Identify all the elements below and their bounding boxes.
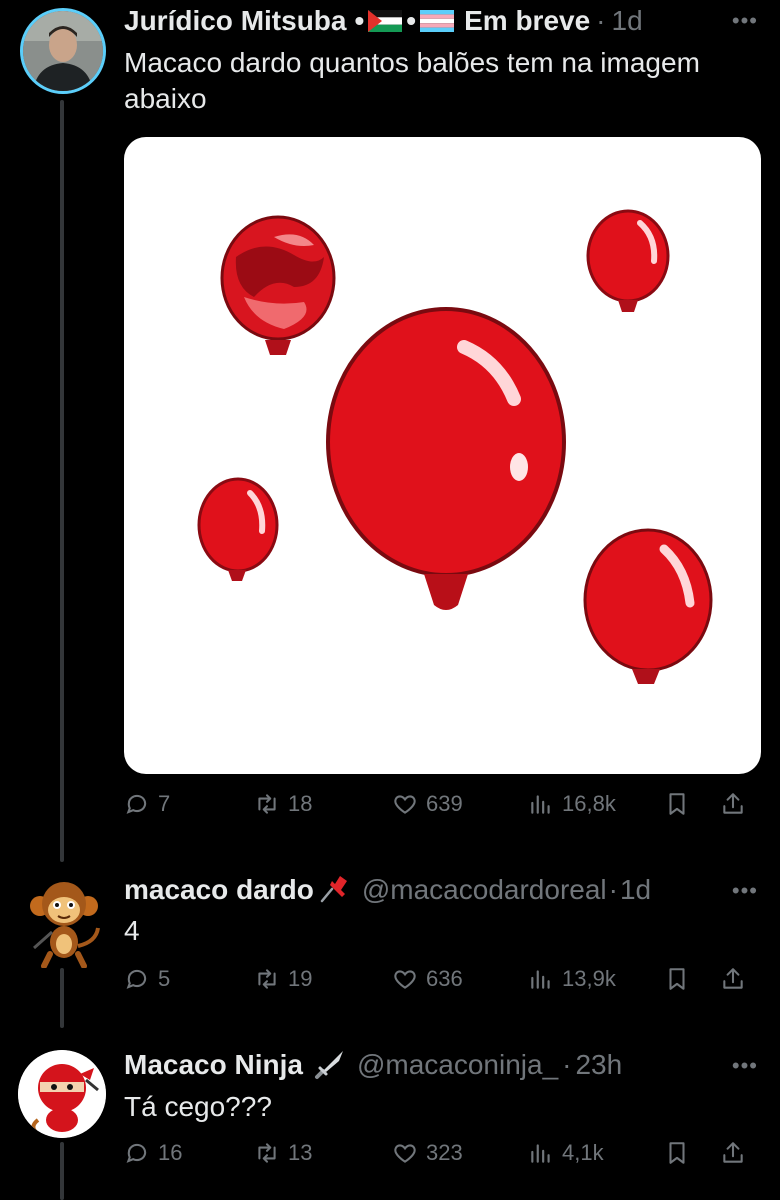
retweet-count: 13 [288,1140,313,1165]
more-icon[interactable]: ••• [732,878,758,904]
retweet-icon [258,969,276,989]
timestamp[interactable]: 1d [612,4,643,38]
thread-line [60,100,64,862]
views-button[interactable]: 13,9k [528,966,616,992]
balloon [583,528,713,684]
dart-monkey-avatar [30,882,100,968]
retweet-icon [258,794,276,814]
views-icon [531,795,550,814]
views-button[interactable]: 4,1k [528,1140,604,1166]
share-button[interactable] [720,966,746,992]
reply-button[interactable]: 16 [124,1140,182,1166]
thread-line [60,968,64,1028]
bookmark-button[interactable] [664,966,690,992]
like-count: 636 [426,966,463,991]
bookmark-icon [669,793,685,815]
share-icon [723,968,743,989]
reply-button[interactable]: 5 [124,966,170,992]
like-count: 323 [426,1140,463,1165]
retweet-icon [258,1143,276,1163]
heart-icon [394,795,416,814]
ninja-monkey-avatar [18,1050,106,1138]
bookmark-button[interactable] [664,791,690,817]
like-button[interactable]: 636 [392,966,463,992]
balloon [220,215,336,355]
reply-count: 16 [158,1140,183,1165]
tweet-header: macaco dardo @macacodardoreal · 1d [124,873,651,907]
pushpin-icon [320,876,347,903]
share-icon [723,1142,743,1163]
handle[interactable]: @macacodardoreal [362,873,607,907]
tweet-actions: 16 13 323 4,1k [124,1140,760,1180]
reply-icon [126,1143,147,1163]
tweet-actions: 5 19 636 13,9k [124,966,760,1006]
views-icon [531,970,550,989]
avatar[interactable] [18,1050,106,1138]
retweet-button[interactable]: 13 [254,1140,312,1166]
display-name[interactable]: Macaco Ninja [124,1048,303,1082]
like-button[interactable]: 323 [392,1140,463,1166]
dot-separator: · [608,874,618,905]
bookmark-icon [669,1142,685,1164]
tweet-text: 4 [124,915,140,946]
retweet-count: 18 [288,791,313,816]
balloons-image [197,209,713,684]
thread-line [60,1142,64,1200]
views-count: 16,8k [562,791,616,816]
retweet-count: 19 [288,966,313,991]
tweet-image[interactable] [124,137,761,774]
timestamp[interactable]: 1d [620,873,651,907]
dot-separator: · [596,5,606,36]
handle[interactable]: @macaconinja_ [357,1048,558,1082]
tweet-actions: 7 18 639 16,8k [124,791,760,831]
heart-icon [394,1144,416,1163]
like-button[interactable]: 639 [392,791,463,817]
views-button[interactable]: 16,8k [528,791,616,817]
reply-count: 7 [158,791,171,816]
tweet-text: Tá cego??? [124,1091,272,1122]
display-name[interactable]: macaco dardo [124,873,314,907]
bullet: • [406,5,417,36]
palestine-flag-icon [368,10,403,32]
avatar-photo [23,11,103,91]
balloon [197,477,279,581]
reply-icon [126,969,147,989]
tweet-text: Macaco dardo quantos balões tem na image… [124,47,700,114]
balloon [586,209,670,312]
avatar[interactable] [24,876,104,968]
share-button[interactable] [720,791,746,817]
retweet-button[interactable]: 18 [254,791,312,817]
dot-separator: · [562,1049,572,1080]
share-button[interactable] [720,1140,746,1166]
retweet-button[interactable]: 19 [254,966,312,992]
transgender-flag-icon [420,10,455,32]
name-suffix: Em breve [464,5,591,36]
avatar[interactable] [20,8,106,94]
tweet-header: Macaco Ninja @macaconinja_ · 23h [124,1048,622,1082]
views-count: 13,9k [562,966,616,991]
like-count: 639 [426,791,463,816]
bookmark-button[interactable] [664,1140,690,1166]
views-count: 4,1k [562,1140,604,1165]
bullet: • [354,5,365,36]
reply-icon [126,794,147,814]
reply-button[interactable]: 7 [124,791,170,817]
views-icon [531,1144,550,1163]
share-icon [723,793,743,814]
dagger-icon [314,1051,343,1079]
heart-icon [394,970,416,989]
reply-count: 5 [158,966,171,991]
display-name[interactable]: Jurídico Mitsuba [124,4,346,38]
timestamp[interactable]: 23h [575,1048,622,1082]
bookmark-icon [669,968,685,990]
more-icon[interactable]: ••• [732,1053,758,1079]
tweet-header: Jurídico Mitsuba • • Em breve · 1d [124,4,643,38]
more-icon[interactable]: ••• [732,8,758,34]
balloon [326,307,566,610]
